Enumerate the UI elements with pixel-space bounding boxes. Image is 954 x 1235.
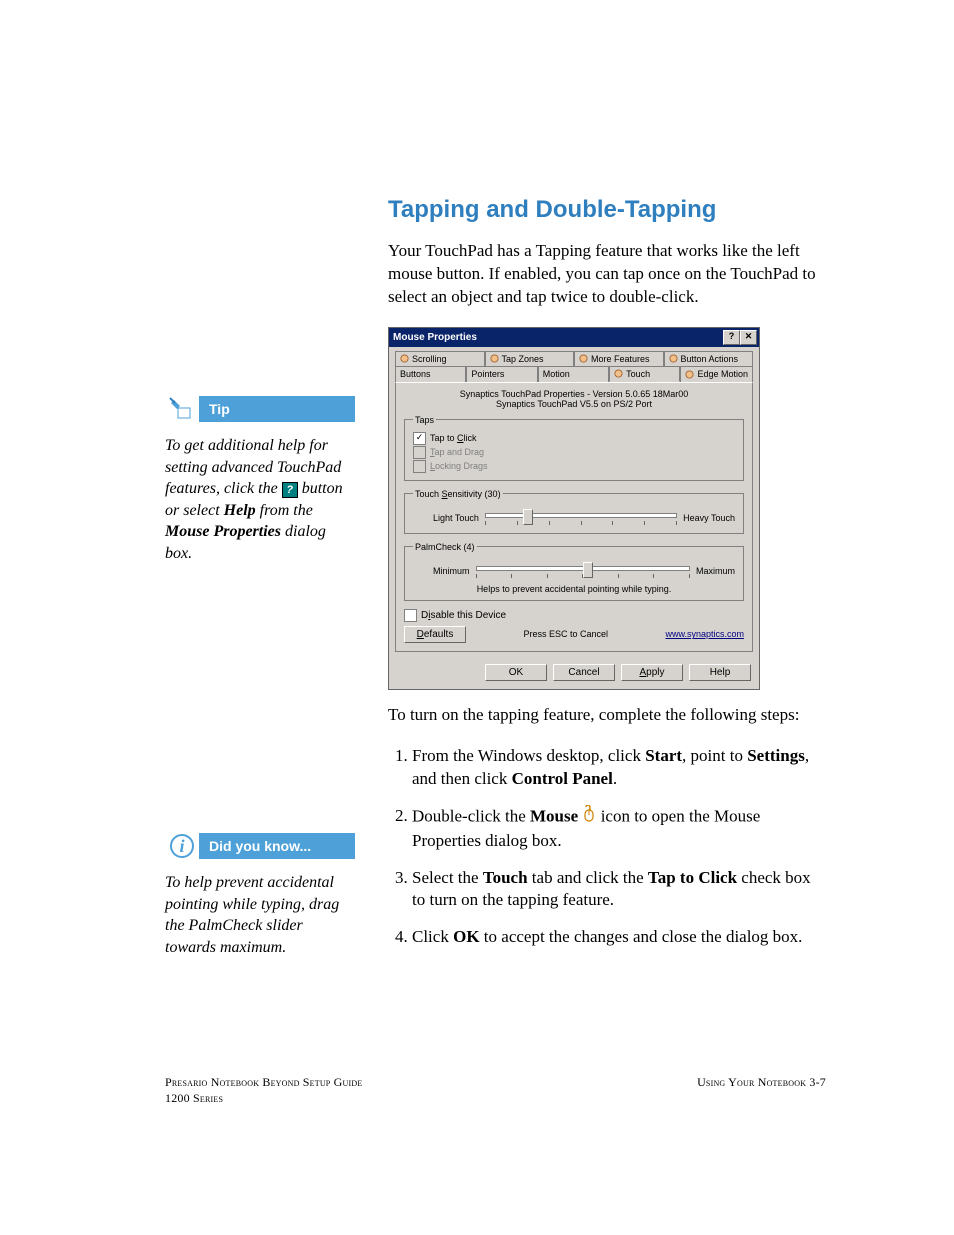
dialog-button-row: OK Cancel Apply Help (389, 658, 759, 689)
tab-edgemotion[interactable]: Edge Motion (680, 366, 753, 382)
tab-label: More Features (591, 354, 650, 364)
pushpin-icon (165, 395, 199, 423)
tab-motion[interactable]: Motion (538, 366, 609, 382)
slider-label-right: Heavy Touch (683, 513, 735, 523)
help-icon: ? (282, 482, 298, 498)
tab-morefeatures[interactable]: More Features (574, 351, 664, 366)
finger-icon (490, 354, 499, 363)
slider-label-left: Minimum (433, 566, 470, 576)
esc-hint: Press ESC to Cancel (523, 629, 608, 639)
tab-buttons[interactable]: Buttons (395, 366, 466, 382)
tip-header: Tip (165, 395, 355, 423)
taps-legend: Taps (413, 415, 436, 425)
checkbox-tap-to-click[interactable]: ✓ Tap to Click (413, 432, 735, 445)
footer-section-page: Using Your Notebook 3-7 (697, 1075, 826, 1090)
tip-callout: Tip To get additional help for setting a… (165, 395, 355, 565)
finger-icon (614, 369, 623, 378)
didyouknow-body: To help prevent accidental pointing whil… (165, 872, 355, 958)
slider-label-left: Light Touch (433, 513, 479, 523)
checkbox-label: Tap to Click (430, 433, 477, 443)
intro-paragraph: Your TouchPad has a Tapping feature that… (388, 240, 826, 309)
finger-icon (579, 354, 588, 363)
tip-label: Tip (199, 396, 355, 422)
sensitivity-group: Touch Sensitivity (30) Light Touch Heavy… (404, 489, 744, 534)
tip-body: To get additional help for setting advan… (165, 435, 355, 565)
mouse-properties-dialog: Mouse Properties ? ✕ Scrolling Tap Zones… (388, 327, 760, 690)
palmcheck-group: PalmCheck (4) Minimum Maximum Helps to p… (404, 542, 744, 601)
tab-label: Touch (626, 369, 650, 379)
step-4: Click OK to accept the changes and close… (412, 926, 826, 949)
titlebar-help-button[interactable]: ? (723, 330, 740, 345)
tab-touch[interactable]: Touch (609, 366, 680, 382)
checkbox-icon (413, 446, 426, 459)
finger-icon (400, 354, 409, 363)
palmcheck-legend: PalmCheck (4) (413, 542, 477, 552)
tab-label: Scrolling (412, 354, 447, 364)
section-heading: Tapping and Double-Tapping (388, 196, 826, 224)
step-3: Select the Touch tab and click the Tap t… (412, 867, 826, 913)
tab-label: Edge Motion (697, 369, 748, 379)
finger-icon (685, 370, 694, 379)
tab-label: Tap Zones (502, 354, 544, 364)
dialog-titlebar: Mouse Properties ? ✕ (389, 328, 759, 347)
step-1: From the Windows desktop, click Start, p… (412, 745, 826, 791)
taps-group: Taps ✓ Tap to Click Tap and Drag Locking… (404, 415, 744, 481)
checkbox-icon (404, 609, 417, 622)
defaults-button[interactable]: Defaults (404, 626, 466, 643)
slider-label-right: Maximum (696, 566, 735, 576)
palmcheck-slider[interactable] (476, 562, 690, 580)
checkbox-icon (413, 460, 426, 473)
tab-buttonactions[interactable]: Button Actions (664, 351, 754, 366)
after-dialog-text: To turn on the tapping feature, complete… (388, 704, 826, 727)
checkbox-label: Locking Drags (430, 461, 488, 471)
checkbox-locking-drags[interactable]: Locking Drags (413, 460, 735, 473)
tab-row-1: Scrolling Tap Zones More Features Button… (389, 347, 759, 366)
tab-content-touch: Synaptics TouchPad Properties - Version … (395, 382, 753, 652)
dialog-title: Mouse Properties (393, 332, 477, 343)
version-line-1: Synaptics TouchPad Properties - Version … (404, 389, 744, 399)
checkbox-disable-device[interactable]: Disable this Device (404, 609, 744, 622)
footer-series: 1200 Series (165, 1091, 362, 1107)
tip-bold-2: Mouse Properties (165, 523, 281, 540)
tab-scrolling[interactable]: Scrolling (395, 351, 485, 366)
info-icon: i (165, 832, 199, 860)
checkbox-icon: ✓ (413, 432, 426, 445)
page-footer: Presario Notebook Beyond Setup Guide 120… (165, 1075, 826, 1106)
version-line-2: Synaptics TouchPad V5.5 on PS/2 Port (404, 399, 744, 409)
cancel-button[interactable]: Cancel (553, 664, 615, 681)
titlebar-close-button[interactable]: ✕ (740, 330, 757, 345)
checkbox-label: Disable this Device (421, 610, 506, 621)
tab-label: Buttons (400, 369, 431, 379)
svg-text:i: i (179, 836, 184, 856)
checkbox-tap-and-drag[interactable]: Tap and Drag (413, 446, 735, 459)
tab-tapzones[interactable]: Tap Zones (485, 351, 575, 366)
tip-bold-1: Help (224, 502, 256, 519)
didyouknow-header: i Did you know... (165, 832, 355, 860)
apply-button[interactable]: Apply (621, 664, 683, 681)
step-2: Double-click the Mouse icon to open the … (412, 805, 826, 853)
tab-label: Motion (543, 369, 570, 379)
help-button[interactable]: Help (689, 664, 751, 681)
mouse-icon (582, 805, 596, 830)
checkbox-label: Tap and Drag (430, 447, 484, 457)
tab-label: Button Actions (681, 354, 739, 364)
tip-text-3: from the (256, 502, 313, 519)
finger-icon (669, 354, 678, 363)
steps-list: From the Windows desktop, click Start, p… (388, 745, 826, 950)
tab-row-2: Buttons Pointers Motion Touch Edge Motio… (389, 366, 759, 382)
ok-button[interactable]: OK (485, 664, 547, 681)
footer-guide-title: Presario Notebook Beyond Setup Guide (165, 1075, 362, 1091)
didyouknow-label: Did you know... (199, 833, 355, 859)
sensitivity-slider[interactable] (485, 509, 677, 527)
sensitivity-legend: Touch Sensitivity (30) (413, 489, 503, 499)
synaptics-link[interactable]: www.synaptics.com (665, 629, 744, 639)
didyouknow-callout: i Did you know... To help prevent accide… (165, 832, 355, 958)
tab-pointers[interactable]: Pointers (466, 366, 537, 382)
palmcheck-helper: Helps to prevent accidental pointing whi… (413, 584, 735, 594)
tab-label: Pointers (471, 369, 504, 379)
